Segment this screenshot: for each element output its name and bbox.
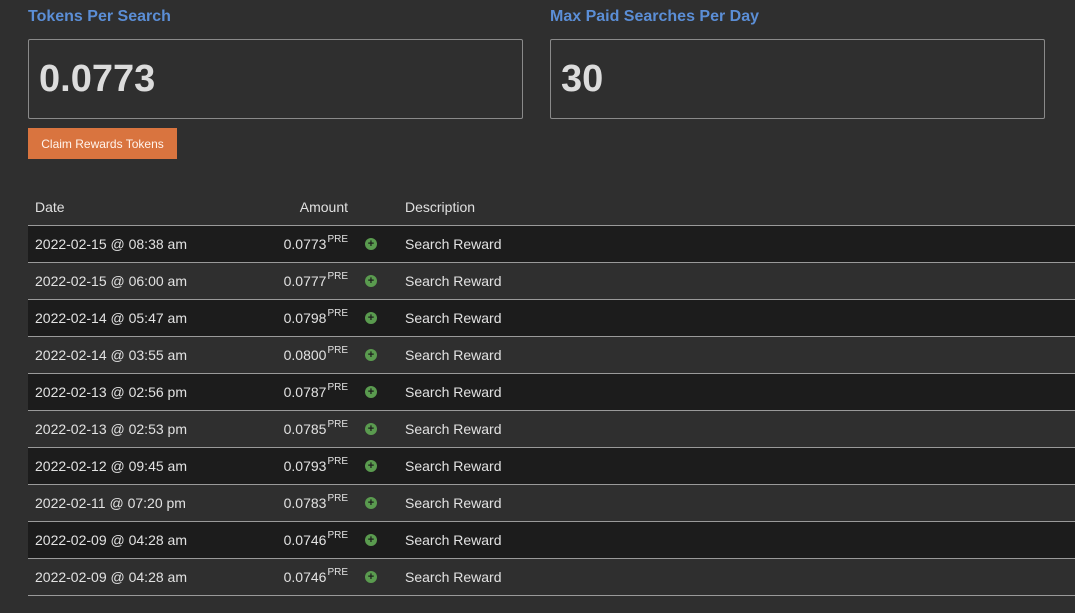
table-row: 2022-02-14 @ 05:47 am 0.0798PRE + Search Re… — [28, 300, 1075, 337]
table-row: 2022-02-09 @ 04:28 am 0.0746PRE + Search Re… — [28, 522, 1075, 559]
row-amount-value: 0.0773 — [283, 236, 327, 252]
row-description: Search Reward — [405, 495, 502, 511]
row-amount-unit: PRE — [327, 308, 348, 319]
row-date: 2022-02-13 @ 02:56 pm — [35, 384, 187, 400]
tokens-per-search-value: 0.0773 — [39, 57, 156, 100]
table-row: 2022-02-09 @ 04:28 am 0.0746PRE + Search Re… — [28, 559, 1075, 596]
tokens-per-search-label: Tokens Per Search — [28, 8, 171, 25]
table-row: 2022-02-11 @ 07:20 pm 0.0783PRE + Search Re… — [28, 485, 1075, 522]
row-amount-value: 0.0793 — [283, 458, 327, 474]
row-description: Search Reward — [405, 569, 502, 585]
plus-circle-icon: + — [365, 312, 377, 324]
row-amount: 0.0785PRE — [284, 411, 348, 447]
table-row: 2022-02-15 @ 06:00 am 0.0777PRE + Search Re… — [28, 263, 1075, 300]
row-amount-unit: PRE — [327, 567, 348, 578]
row-description: Search Reward — [405, 273, 502, 289]
row-amount-unit: PRE — [327, 234, 348, 245]
row-amount-value: 0.0798 — [283, 310, 327, 326]
row-date: 2022-02-09 @ 04:28 am — [35, 569, 187, 585]
row-amount-value: 0.0787 — [283, 384, 327, 400]
row-date: 2022-02-13 @ 02:53 pm — [35, 421, 187, 437]
row-date: 2022-02-09 @ 04:28 am — [35, 532, 187, 548]
row-amount-unit: PRE — [327, 456, 348, 467]
table-header: Date Amount Description — [28, 188, 1075, 226]
row-amount: 0.0777PRE — [284, 263, 348, 299]
row-date: 2022-02-14 @ 03:55 am — [35, 347, 187, 363]
plus-circle-icon: + — [365, 238, 377, 250]
row-description: Search Reward — [405, 421, 502, 437]
table-row: 2022-02-13 @ 02:56 pm 0.0787PRE + Search Re… — [28, 374, 1075, 411]
row-date: 2022-02-15 @ 06:00 am — [35, 273, 187, 289]
row-description: Search Reward — [405, 532, 502, 548]
plus-circle-icon: + — [365, 534, 377, 546]
table-row: 2022-02-15 @ 08:38 am 0.0773PRE + Search Re… — [28, 226, 1075, 263]
max-paid-searches-label: Max Paid Searches Per Day — [550, 8, 760, 25]
header-description: Description — [405, 199, 476, 215]
row-amount-unit: PRE — [327, 271, 348, 282]
plus-circle-icon: + — [365, 571, 377, 583]
table-row: 2022-02-13 @ 02:53 pm 0.0785PRE + Search Re… — [28, 411, 1075, 448]
plus-circle-icon: + — [365, 460, 377, 472]
row-amount-value: 0.0777 — [283, 273, 327, 289]
rewards-table: Date Amount Description 2022-02-15 @ 08:… — [28, 188, 1075, 596]
row-description: Search Reward — [405, 310, 502, 326]
row-amount: 0.0793PRE — [284, 448, 348, 484]
row-amount-value: 0.0785 — [283, 421, 327, 437]
row-amount: 0.0746PRE — [284, 559, 348, 595]
table-row: 2022-02-14 @ 03:55 am 0.0800PRE + Search Re… — [28, 337, 1075, 374]
row-amount-value: 0.0800 — [283, 347, 327, 363]
rewards-page: Tokens Per Search 0.0773 Max Paid Search… — [0, 0, 1075, 613]
row-amount: 0.0783PRE — [284, 485, 348, 521]
row-amount-unit: PRE — [327, 493, 348, 504]
row-amount-unit: PRE — [327, 382, 348, 393]
row-date: 2022-02-15 @ 08:38 am — [35, 236, 187, 252]
row-description: Search Reward — [405, 236, 502, 252]
header-amount: Amount — [299, 199, 348, 215]
row-amount-value: 0.0746 — [283, 569, 327, 585]
row-amount-unit: PRE — [327, 419, 348, 430]
header-date: Date — [35, 199, 65, 215]
row-amount-value: 0.0746 — [283, 532, 327, 548]
row-amount-unit: PRE — [327, 530, 348, 541]
row-description: Search Reward — [405, 347, 502, 363]
max-paid-searches-value: 30 — [561, 57, 604, 100]
table-body: 2022-02-15 @ 08:38 am 0.0773PRE + Search Re… — [28, 226, 1075, 596]
table-row: 2022-02-12 @ 09:45 am 0.0793PRE + Search Re… — [28, 448, 1075, 485]
claim-rewards-button[interactable]: Claim Rewards Tokens — [28, 128, 177, 159]
tokens-per-search-box: 0.0773 — [28, 39, 523, 119]
row-amount-value: 0.0783 — [283, 495, 327, 511]
max-paid-searches-box: 30 — [550, 39, 1045, 119]
plus-circle-icon: + — [365, 386, 377, 398]
plus-circle-icon: + — [365, 423, 377, 435]
row-amount: 0.0798PRE — [284, 300, 348, 336]
row-description: Search Reward — [405, 458, 502, 474]
row-date: 2022-02-14 @ 05:47 am — [35, 310, 187, 326]
row-amount: 0.0746PRE — [284, 522, 348, 558]
plus-circle-icon: + — [365, 275, 377, 287]
row-amount-unit: PRE — [327, 345, 348, 356]
plus-circle-icon: + — [365, 497, 377, 509]
row-amount: 0.0800PRE — [284, 337, 348, 373]
row-description: Search Reward — [405, 384, 502, 400]
row-date: 2022-02-12 @ 09:45 am — [35, 458, 187, 474]
plus-circle-icon: + — [365, 349, 377, 361]
row-amount: 0.0787PRE — [284, 374, 348, 410]
row-amount: 0.0773PRE — [284, 226, 348, 262]
row-date: 2022-02-11 @ 07:20 pm — [35, 495, 186, 511]
